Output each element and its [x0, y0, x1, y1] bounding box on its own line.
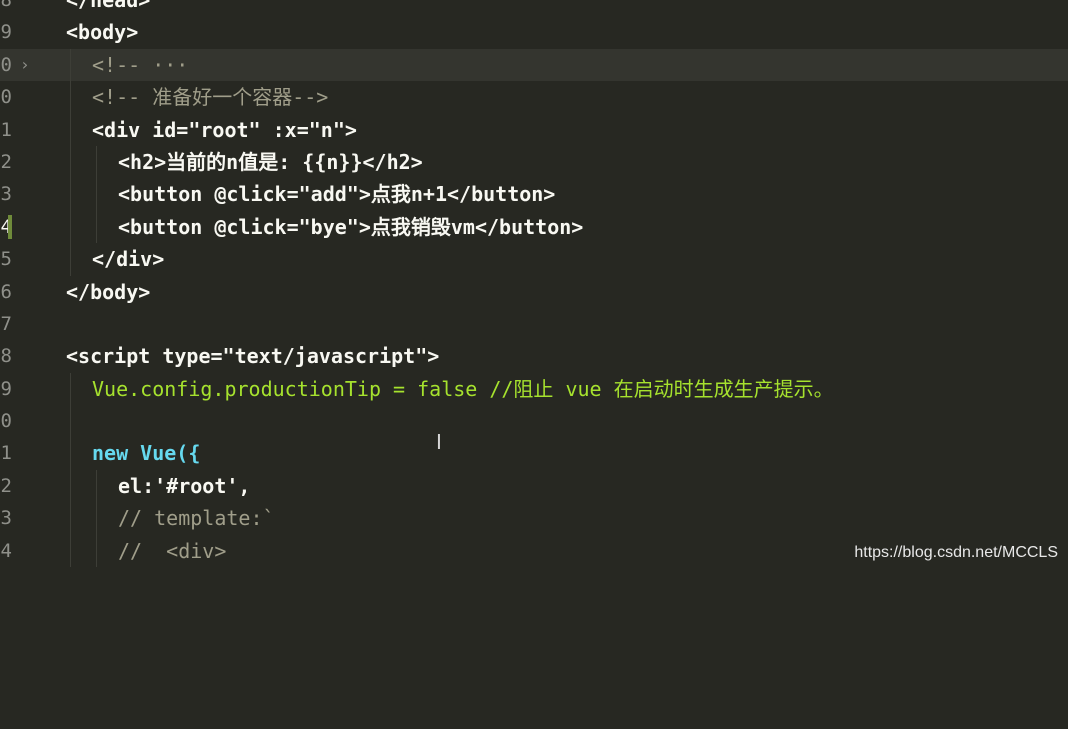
code-line-active[interactable]: 4 <button @click="bye">点我销毁vm</button> [0, 210, 1068, 244]
line-number: 6 [0, 280, 12, 303]
code-line[interactable]: 3 // template:` [0, 502, 1068, 535]
code-text: <button @click="add">点我n+1</button> [118, 182, 556, 207]
line-number: 0 [0, 86, 12, 109]
code-editor[interactable]: 8 </head> 9 <body> 0 › <!-- ··· 0 <!-- 准… [0, 0, 1068, 568]
line-number: 8 [0, 345, 12, 368]
code-text: <body> [66, 20, 139, 45]
line-number: 5 [0, 248, 12, 271]
code-line[interactable]: 5 </div> [0, 243, 1068, 276]
line-number: 2 [0, 474, 12, 497]
indent-guide [70, 502, 71, 535]
modified-line-marker [8, 214, 12, 239]
line-number: 0 [0, 53, 12, 76]
indent-guide [70, 437, 71, 470]
code-line[interactable]: 9 Vue.config.productionTip = false //阻止 … [0, 372, 1068, 406]
code-text: </head> [66, 0, 151, 12]
indent-guide [70, 372, 71, 406]
line-number: 4 [0, 539, 12, 562]
code-text: </body> [66, 279, 151, 304]
code-text: <button @click="bye">点我销毁vm</button> [118, 214, 584, 239]
line-number: 3 [0, 507, 12, 530]
code-text: // template:` [118, 506, 275, 531]
line-number: 9 [0, 377, 12, 400]
code-text: </div> [92, 247, 165, 272]
indent-guide [70, 113, 71, 146]
code-line[interactable]: 2 el:'#root', [0, 469, 1068, 503]
code-line[interactable]: 6 </body> [0, 276, 1068, 308]
indent-guide [70, 243, 71, 276]
code-line[interactable]: 0 [0, 405, 1068, 438]
code-text: <!-- 准备好一个容器--> [92, 85, 329, 110]
indent-guide [70, 81, 71, 114]
code-line[interactable]: 1 new Vue({ [0, 437, 1068, 470]
code-line[interactable]: 1 <div id="root" :x="n"> [0, 113, 1068, 146]
indent-guide [70, 178, 71, 211]
indent-guide [70, 534, 71, 568]
line-number: 3 [0, 183, 12, 206]
chevron-right-icon[interactable]: › [20, 49, 30, 81]
code-text: <!-- ··· [92, 52, 189, 77]
indent-guide [70, 405, 71, 438]
indent-guide [96, 178, 97, 211]
code-line[interactable]: 7 [0, 308, 1068, 340]
line-number: 8 [0, 0, 12, 11]
line-number: 7 [0, 312, 12, 335]
line-number: 1 [0, 118, 12, 141]
code-line[interactable]: 3 <button @click="add">点我n+1</button> [0, 178, 1068, 211]
line-number: 9 [0, 21, 12, 44]
indent-guide [70, 145, 71, 179]
code-line[interactable]: 8 </head> [0, 0, 1068, 16]
indent-guide [70, 469, 71, 503]
line-number: 1 [0, 442, 12, 465]
indent-guide [70, 210, 71, 244]
code-text: el:'#root', [118, 473, 251, 498]
code-text: Vue.config.productionTip = false //阻止 vu… [92, 376, 834, 401]
indent-guide [96, 534, 97, 568]
indent-guide [96, 469, 97, 503]
code-text: // <div> [118, 538, 227, 563]
code-line[interactable]: 9 <body> [0, 16, 1068, 48]
code-line[interactable]: 8 <script type="text/javascript"> [0, 340, 1068, 372]
code-text: <script type="text/javascript"> [66, 344, 440, 369]
code-text: <h2>当前的n值是: {{n}}</h2> [118, 149, 423, 174]
code-line[interactable]: 2 <h2>当前的n值是: {{n}}</h2> [0, 145, 1068, 179]
indent-guide [96, 210, 97, 244]
watermark: https://blog.csdn.net/MCCLS [854, 544, 1058, 561]
indent-guide [96, 502, 97, 535]
text-cursor-icon: I [436, 430, 442, 454]
indent-guide [70, 48, 71, 82]
code-line[interactable]: 0 <!-- 准备好一个容器--> [0, 81, 1068, 114]
code-text: <div id="root" :x="n"> [92, 117, 357, 142]
line-number: 0 [0, 410, 12, 433]
code-line-folded[interactable]: 0 › <!-- ··· [0, 48, 1068, 82]
code-text: new Vue({ [92, 441, 201, 466]
indent-guide [96, 145, 97, 179]
line-number: 2 [0, 150, 12, 173]
